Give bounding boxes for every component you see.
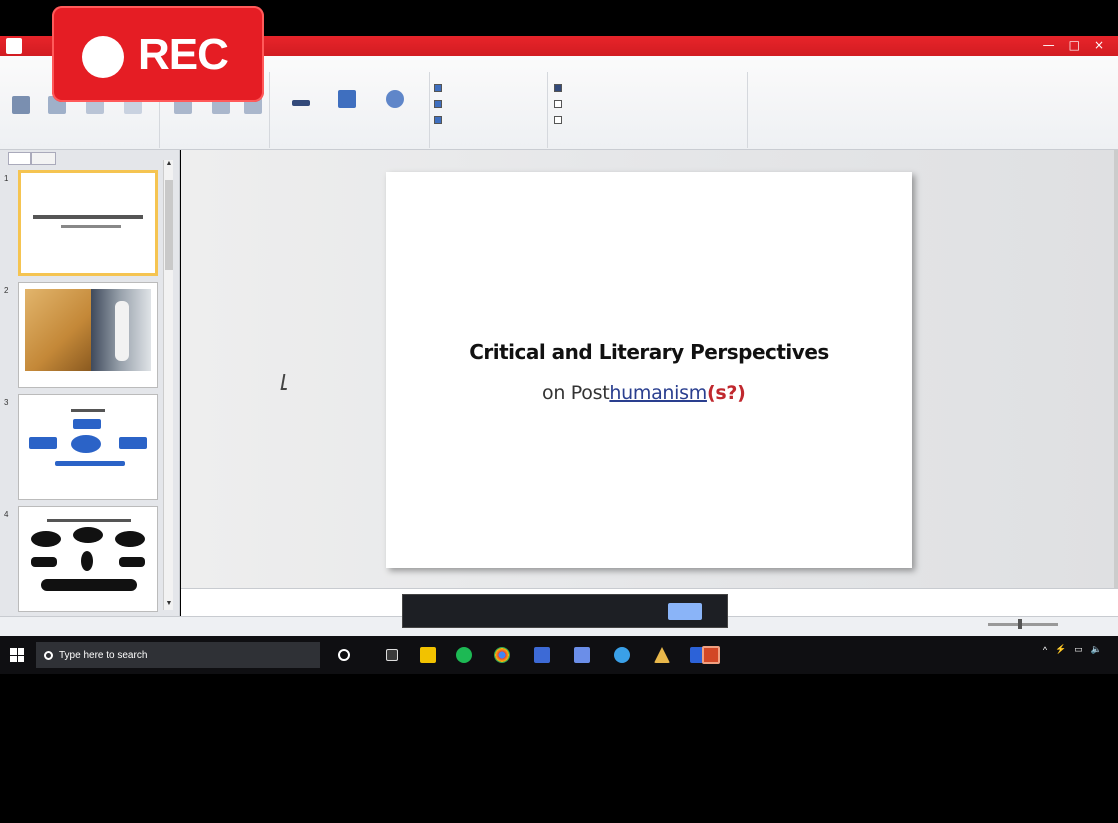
diagram-bar xyxy=(41,579,137,591)
app-icon[interactable] xyxy=(6,38,22,54)
ribbon-group-zoom xyxy=(430,72,548,148)
diagram-box xyxy=(73,419,101,429)
system-tray: ^ ⚡ ▭ 🔈 xyxy=(1043,644,1110,655)
thumb-title-line xyxy=(47,519,131,522)
screen-share-notification xyxy=(402,594,728,628)
app-icon-green[interactable] xyxy=(456,647,472,663)
volume-icon[interactable]: 🔈 xyxy=(1091,644,1102,655)
tab-slides[interactable] xyxy=(8,152,31,165)
pane-tabs xyxy=(8,152,57,165)
diagram-bar xyxy=(55,461,125,466)
chrome-icon[interactable] xyxy=(494,647,510,663)
subtitle-suffix: (s?) xyxy=(706,382,746,404)
recording-indicator: REC xyxy=(52,6,264,102)
slide-thumbnail-1[interactable] xyxy=(18,170,158,276)
gridlines-button[interactable] xyxy=(330,90,364,111)
ribbon-group-window xyxy=(548,72,748,148)
hide-button[interactable] xyxy=(708,607,715,616)
ribbon-group-show xyxy=(270,72,430,148)
guides-button[interactable] xyxy=(378,90,412,111)
thumb-title-line xyxy=(71,409,105,412)
slide-number: 4 xyxy=(4,510,9,519)
start-icon[interactable] xyxy=(10,648,24,662)
show-hidden-icons-icon[interactable]: ^ xyxy=(1043,645,1047,655)
powerpoint-icon[interactable] xyxy=(702,646,720,664)
zoom-row-2[interactable] xyxy=(434,100,442,108)
record-dot-icon xyxy=(82,36,124,78)
slide-thumbnail-2[interactable] xyxy=(18,282,158,388)
normal-view-button[interactable] xyxy=(4,96,38,117)
stop-sharing-button[interactable] xyxy=(668,602,703,620)
diagram-box xyxy=(31,557,57,567)
zoom-slider[interactable] xyxy=(988,619,1058,629)
canvas-scrollbar[interactable] xyxy=(1114,150,1118,588)
scroll-thumb[interactable] xyxy=(165,180,173,270)
subtitle-underlined: humanism xyxy=(609,382,707,404)
ruler-button[interactable] xyxy=(284,92,318,109)
tab-outline[interactable] xyxy=(30,152,57,165)
search-icon xyxy=(44,650,53,660)
diagram-box xyxy=(29,437,57,449)
recording-label: REC xyxy=(138,30,229,79)
diagram-ellipse xyxy=(31,531,61,547)
thumb-title-line xyxy=(33,215,143,219)
thumb-figure xyxy=(115,301,129,361)
slide-thumbnail-pane: ▲ ▼ 1 2 3 4 xyxy=(0,150,180,616)
battery-icon[interactable]: ▭ xyxy=(1074,644,1083,655)
slide-thumbnail-4[interactable] xyxy=(18,506,158,612)
scroll-up-icon[interactable]: ▲ xyxy=(164,160,174,170)
zoom-row-1[interactable] xyxy=(434,84,442,92)
diagram-ellipse xyxy=(71,435,101,453)
minimize-icon[interactable]: — xyxy=(1043,38,1055,52)
zoom-row-3[interactable] xyxy=(434,116,442,124)
search-placeholder: Type here to search xyxy=(59,649,148,661)
slide-number: 1 xyxy=(4,174,9,183)
slide-thumbnail-3[interactable] xyxy=(18,394,158,500)
slide-title[interactable]: Critical and Literary Perspectives xyxy=(386,340,912,364)
taskbar-search[interactable]: Type here to search xyxy=(36,642,320,668)
file-explorer-icon[interactable] xyxy=(420,647,436,663)
window-row-2[interactable] xyxy=(554,100,562,108)
slide-number: 3 xyxy=(4,398,9,407)
current-slide[interactable]: Critical and Literary Perspectives on Po… xyxy=(386,172,912,568)
window-row-3[interactable] xyxy=(554,116,562,124)
close-icon[interactable]: × xyxy=(1094,38,1104,52)
pane-scrollbar[interactable]: ▲ ▼ xyxy=(163,160,173,610)
slide-subtitle[interactable]: on Posthumanism(s?) xyxy=(542,382,746,404)
windows-taskbar: Type here to search ^ ⚡ ▭ 🔈 xyxy=(0,636,1118,674)
thumb-image-painting xyxy=(25,289,91,371)
diagram-box xyxy=(119,437,147,449)
diagram-box xyxy=(119,557,145,567)
mail-icon[interactable] xyxy=(574,647,590,663)
diagram-figure xyxy=(81,551,93,571)
scroll-down-icon[interactable]: ▼ xyxy=(164,600,174,610)
app-icon-cyan[interactable] xyxy=(614,647,630,663)
network-icon[interactable]: ⚡ xyxy=(1055,644,1066,655)
app-icon-blue[interactable] xyxy=(534,647,550,663)
task-view-icon[interactable] xyxy=(386,649,398,661)
vlc-icon[interactable] xyxy=(654,647,670,663)
window-controls: — □ × xyxy=(1043,38,1104,52)
thumb-subtitle-line xyxy=(61,225,121,228)
window-row-1[interactable] xyxy=(554,84,562,92)
slide-number: 2 xyxy=(4,286,9,295)
subtitle-prefix: on Post xyxy=(542,382,610,404)
diagram-ellipse xyxy=(115,531,145,547)
maximize-icon[interactable]: □ xyxy=(1069,38,1080,52)
diagram-ellipse xyxy=(73,527,103,543)
cortana-icon[interactable] xyxy=(338,649,350,661)
